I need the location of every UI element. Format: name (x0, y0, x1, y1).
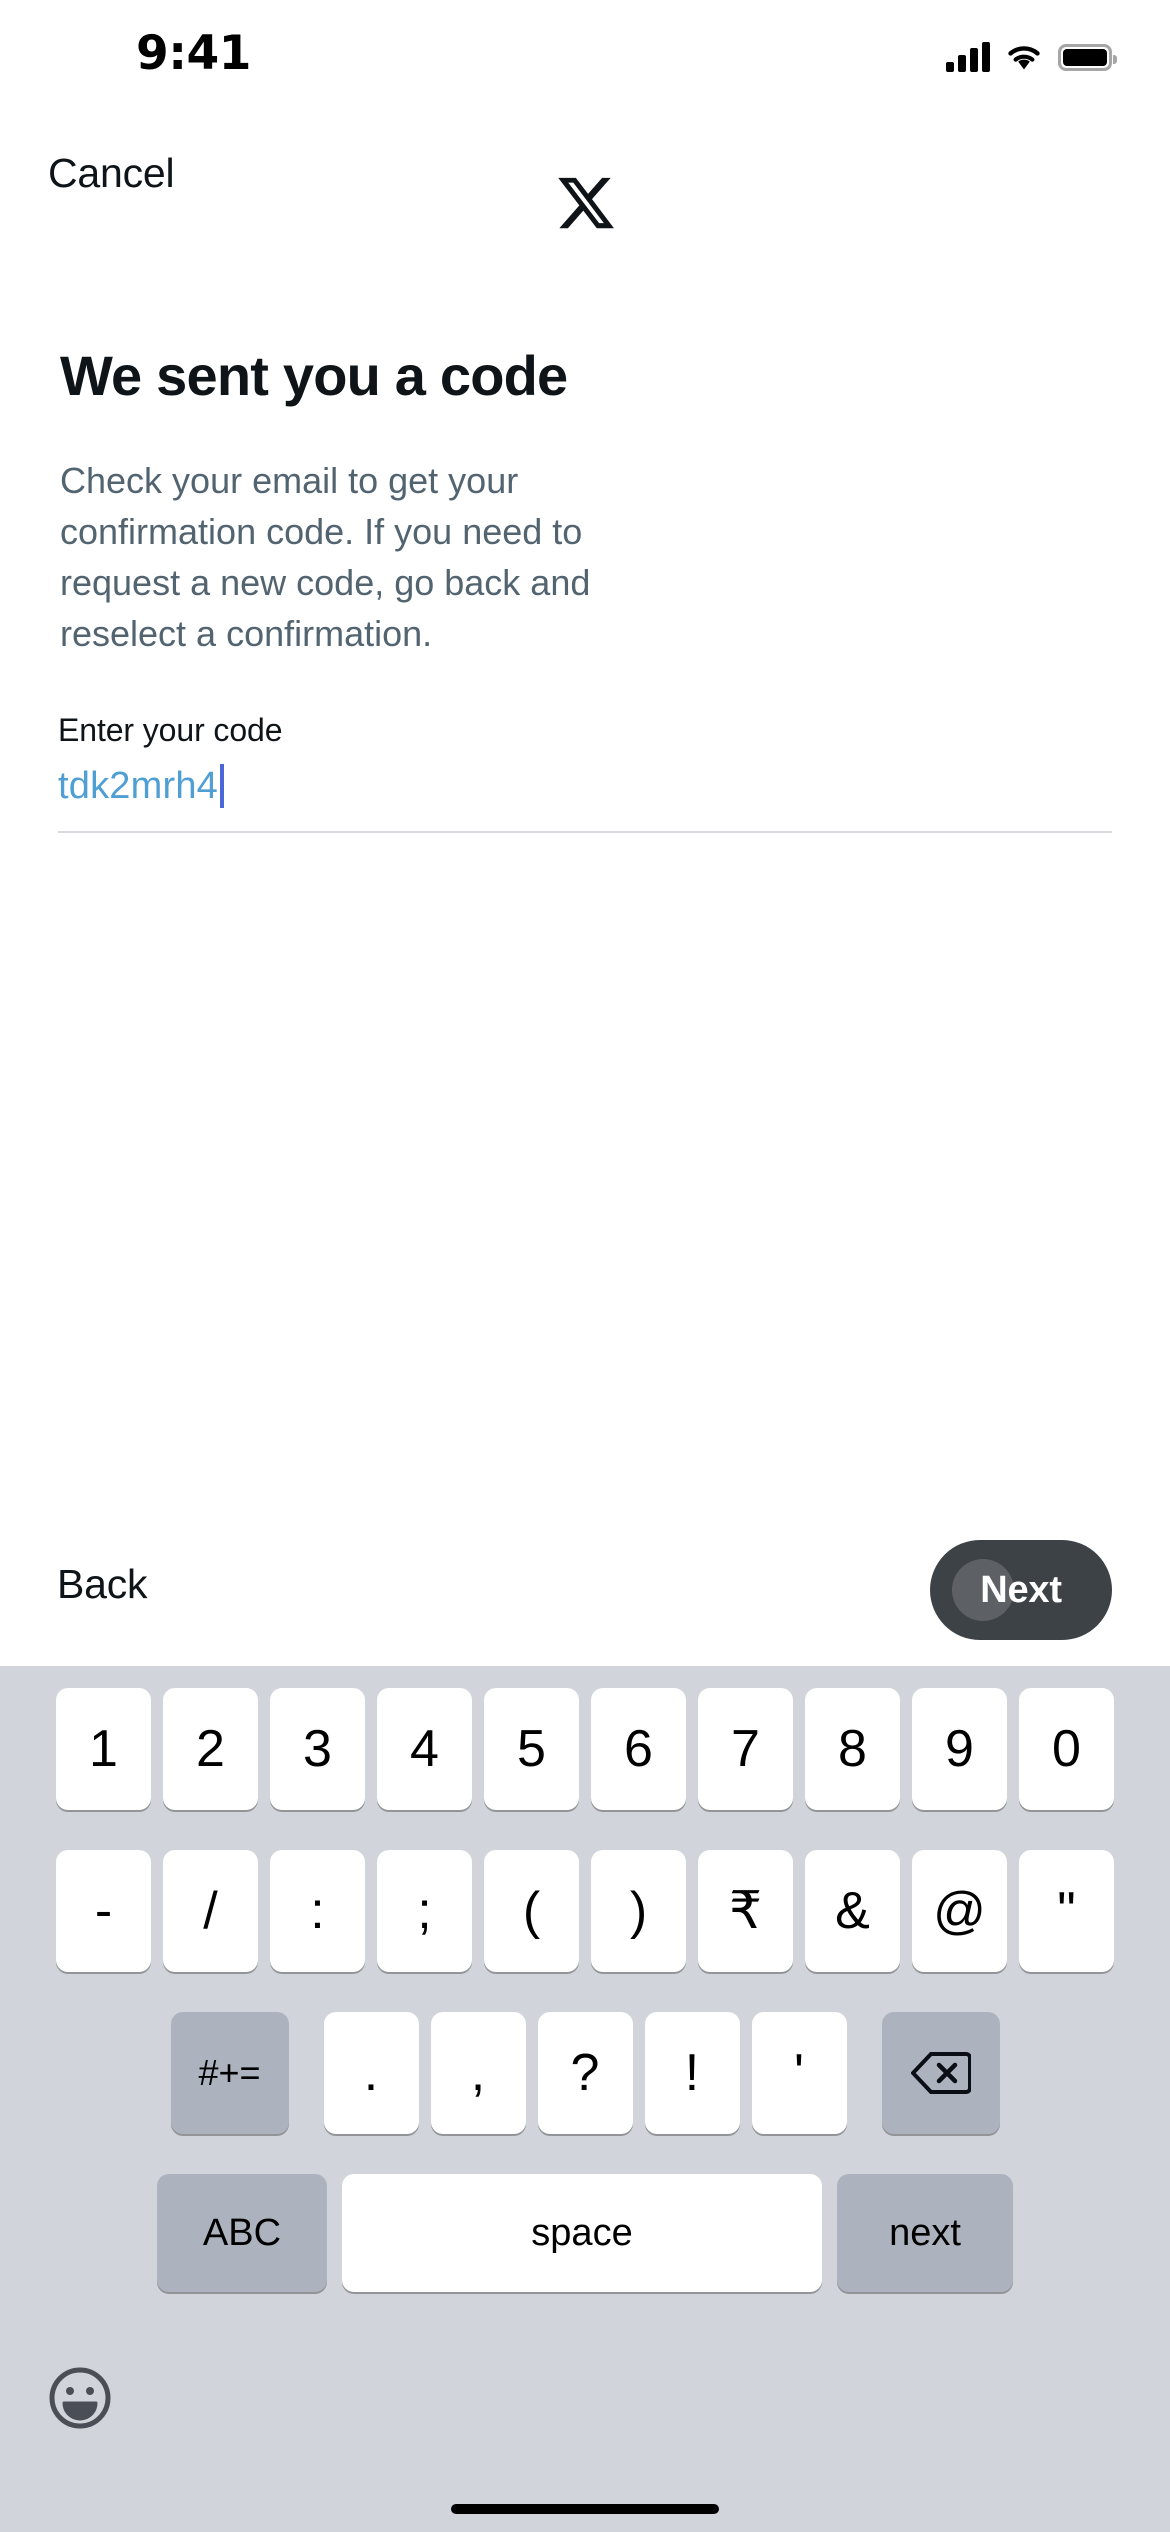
text-caret (220, 764, 225, 808)
key-symbols-toggle[interactable]: #+= (170, 2012, 289, 2134)
key-hyphen[interactable]: - (56, 1850, 151, 1972)
status-bar-indicators (946, 34, 1117, 80)
keyboard-row-symbols: - / : ; ( ) ₹ & @ " (0, 1850, 1170, 1972)
code-field-underline (58, 831, 1112, 833)
key-backspace[interactable] (881, 2012, 1000, 2134)
keyboard-row-bottom: ABC space next (0, 2174, 1170, 2292)
nav-bar: Cancel (0, 120, 1170, 250)
key-semicolon[interactable]: ; (377, 1850, 472, 1972)
status-bar-time: 9:41 (136, 26, 251, 81)
code-input-row[interactable]: tdk2mrh4 (58, 763, 1112, 809)
key-question[interactable]: ? (537, 2012, 633, 2134)
next-button[interactable]: Next (930, 1540, 1112, 1640)
key-colon[interactable]: : (270, 1850, 365, 1972)
cancel-button[interactable]: Cancel (48, 150, 175, 197)
keyboard-row-punctuation: #+= . , ? ! ' (0, 2012, 1170, 2134)
home-indicator (451, 2504, 719, 2514)
wizard-footer: Back Next (0, 1516, 1170, 1666)
key-rupee[interactable]: ₹ (698, 1850, 793, 1972)
back-button[interactable]: Back (57, 1561, 148, 1608)
emoji-smiley-icon[interactable] (48, 2366, 112, 2430)
onscreen-keyboard: 1 2 3 4 5 6 7 8 9 0 - / : ; ( ) ₹ & @ " … (0, 1666, 1170, 2532)
key-paren-close[interactable]: ) (591, 1850, 686, 1972)
keyboard-utility-row (0, 2366, 1170, 2466)
battery-full-icon (1058, 43, 1117, 71)
key-at[interactable]: @ (912, 1850, 1007, 1972)
code-field-label: Enter your code (58, 712, 283, 748)
key-6[interactable]: 6 (591, 1688, 686, 1810)
key-quote-double[interactable]: " (1019, 1850, 1114, 1972)
key-abc[interactable]: ABC (157, 2174, 327, 2292)
key-7[interactable]: 7 (698, 1688, 793, 1810)
key-exclamation[interactable]: ! (644, 2012, 740, 2134)
code-field[interactable]: Enter your code tdk2mrh4 (58, 712, 1112, 833)
key-apostrophe[interactable]: ' (751, 2012, 847, 2134)
key-0[interactable]: 0 (1019, 1688, 1114, 1810)
key-4[interactable]: 4 (377, 1688, 472, 1810)
page-description: Check your email to get your confirmatio… (60, 460, 591, 655)
status-bar: 9:41 (0, 0, 1170, 120)
key-paren-open[interactable]: ( (484, 1850, 579, 1972)
key-3[interactable]: 3 (270, 1688, 365, 1810)
backspace-icon (909, 2051, 972, 2095)
key-space[interactable]: space (342, 2174, 822, 2292)
page-title: We sent you a code (60, 344, 568, 407)
wifi-icon (1004, 42, 1044, 72)
key-return-next[interactable]: next (837, 2174, 1013, 2292)
x-logo-icon (555, 172, 617, 234)
key-period[interactable]: . (323, 2012, 419, 2134)
cellular-signal-icon (946, 42, 990, 72)
key-9[interactable]: 9 (912, 1688, 1007, 1810)
next-button-label: Next (980, 1568, 1062, 1611)
phone-screen: 9:41 Cancel We sent you a code Check you… (0, 0, 1170, 2532)
key-slash[interactable]: / (163, 1850, 258, 1972)
key-ampersand[interactable]: & (805, 1850, 900, 1972)
code-input[interactable]: tdk2mrh4 (58, 765, 218, 808)
key-5[interactable]: 5 (484, 1688, 579, 1810)
keyboard-row-numbers: 1 2 3 4 5 6 7 8 9 0 (0, 1688, 1170, 1810)
key-8[interactable]: 8 (805, 1688, 900, 1810)
key-1[interactable]: 1 (56, 1688, 151, 1810)
key-2[interactable]: 2 (163, 1688, 258, 1810)
key-comma[interactable]: , (430, 2012, 526, 2134)
